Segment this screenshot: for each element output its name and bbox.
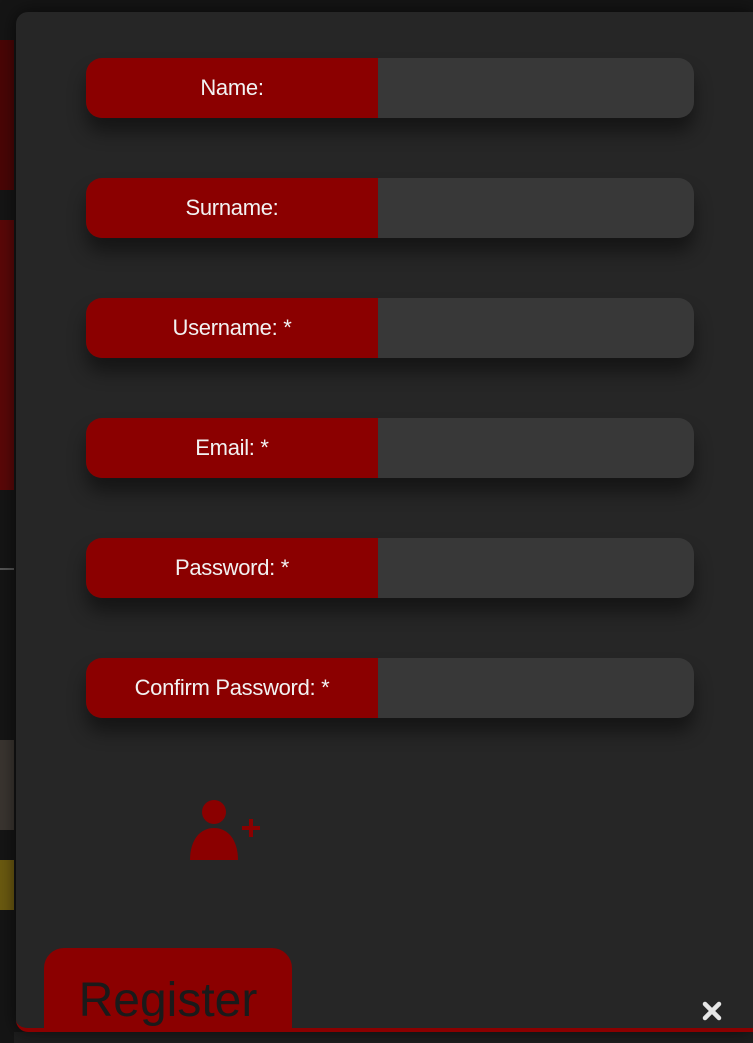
email-input[interactable] — [378, 418, 694, 478]
register-modal: Name: Surname: Username: * Email: * Pass… — [16, 12, 753, 1032]
confirm-password-field: Confirm Password: * — [86, 658, 694, 718]
backdrop-strip — [0, 220, 14, 490]
password-field: Password: * — [86, 538, 694, 598]
user-plus-icon[interactable] — [188, 798, 264, 862]
surname-field: Surname: — [86, 178, 694, 238]
email-label: Email: * — [86, 418, 378, 478]
backdrop-strip — [0, 860, 14, 910]
surname-label: Surname: — [86, 178, 378, 238]
backdrop-strip — [0, 40, 14, 190]
backdrop-strip — [0, 740, 14, 830]
surname-input[interactable] — [378, 178, 694, 238]
username-field: Username: * — [86, 298, 694, 358]
username-label: Username: * — [86, 298, 378, 358]
register-tab[interactable]: Register — [44, 948, 292, 1028]
username-input[interactable] — [378, 298, 694, 358]
email-field: Email: * — [86, 418, 694, 478]
name-input[interactable] — [378, 58, 694, 118]
password-label: Password: * — [86, 538, 378, 598]
confirm-password-label: Confirm Password: * — [86, 658, 378, 718]
name-field: Name: — [86, 58, 694, 118]
password-input[interactable] — [378, 538, 694, 598]
confirm-password-input[interactable] — [378, 658, 694, 718]
backdrop-bottom — [14, 1032, 753, 1043]
name-label: Name: — [86, 58, 378, 118]
backdrop-strip — [0, 568, 14, 570]
close-icon[interactable] — [700, 999, 724, 1023]
